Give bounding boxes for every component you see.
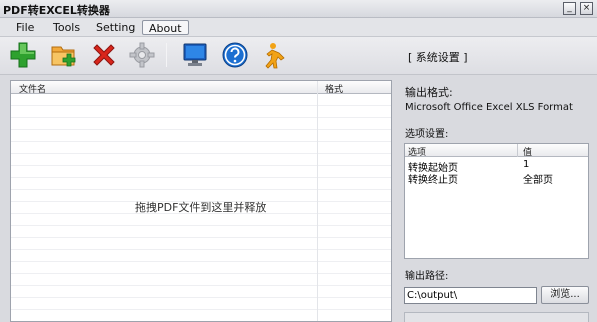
close-icon: ×: [582, 3, 591, 13]
run-button[interactable]: [259, 41, 287, 69]
menu-tools[interactable]: Tools: [47, 20, 86, 35]
options-column-value: 值: [523, 148, 533, 158]
column-divider: [317, 81, 318, 321]
options-row[interactable]: 转换终止页 全部页: [405, 171, 588, 186]
options-table[interactable]: 选项 值 转换起始页 1 转换终止页 全部页: [404, 143, 589, 259]
add-icon: [10, 42, 36, 68]
output-path-label: 输出路径:: [405, 271, 449, 282]
add-folder-icon: [51, 46, 76, 67]
option-value[interactable]: 1: [523, 159, 529, 170]
add-file-button[interactable]: [9, 41, 37, 69]
add-folder-button[interactable]: [50, 41, 78, 69]
options-column-divider: [517, 144, 518, 157]
browse-button[interactable]: 浏览...: [541, 286, 589, 304]
output-format-value: Microsoft Office Excel XLS Format: [405, 102, 573, 113]
file-list-header: 文件名 格式: [11, 81, 391, 95]
toolbar-separator: [166, 43, 167, 67]
menu-file[interactable]: File: [10, 20, 40, 35]
window-title: PDF转EXCEL转换器: [3, 4, 110, 17]
monitor-icon: [183, 43, 207, 66]
options-row[interactable]: 转换起始页 1: [405, 159, 588, 174]
bottom-panel: [404, 312, 589, 322]
option-name: 转换终止页: [408, 175, 458, 186]
menu-bar: File Tools Setting About: [0, 18, 597, 37]
help-icon: [222, 42, 248, 68]
system-settings-link[interactable]: [ 系统设置 ]: [408, 49, 468, 65]
menu-setting[interactable]: Setting: [90, 20, 141, 35]
file-list[interactable]: 文件名 格式 拖拽PDF文件到这里并释放: [10, 80, 392, 322]
settings-gear-icon: [129, 42, 155, 68]
monitor-button[interactable]: [181, 41, 209, 69]
close-button[interactable]: ×: [580, 2, 593, 15]
toolbar: [ 系统设置 ]: [0, 37, 597, 75]
minimize-icon: _: [567, 3, 572, 13]
minimize-button[interactable]: _: [563, 2, 576, 15]
output-format-label: 输出格式:: [405, 86, 453, 99]
settings-button[interactable]: [128, 41, 156, 69]
menu-about[interactable]: About: [142, 20, 189, 35]
options-column-name: 选项: [408, 148, 427, 158]
delete-button[interactable]: [90, 41, 118, 69]
output-path-field[interactable]: [404, 287, 537, 304]
delete-icon: [93, 44, 115, 66]
options-table-header: 选项 值: [405, 144, 588, 158]
option-value[interactable]: 全部页: [523, 171, 553, 186]
drop-hint: 拖拽PDF文件到这里并释放: [135, 201, 267, 214]
options-label: 选项设置:: [405, 129, 449, 140]
title-bar: PDF转EXCEL转换器 _ ×: [0, 0, 597, 18]
help-button[interactable]: [221, 41, 249, 69]
run-icon: [265, 43, 285, 69]
